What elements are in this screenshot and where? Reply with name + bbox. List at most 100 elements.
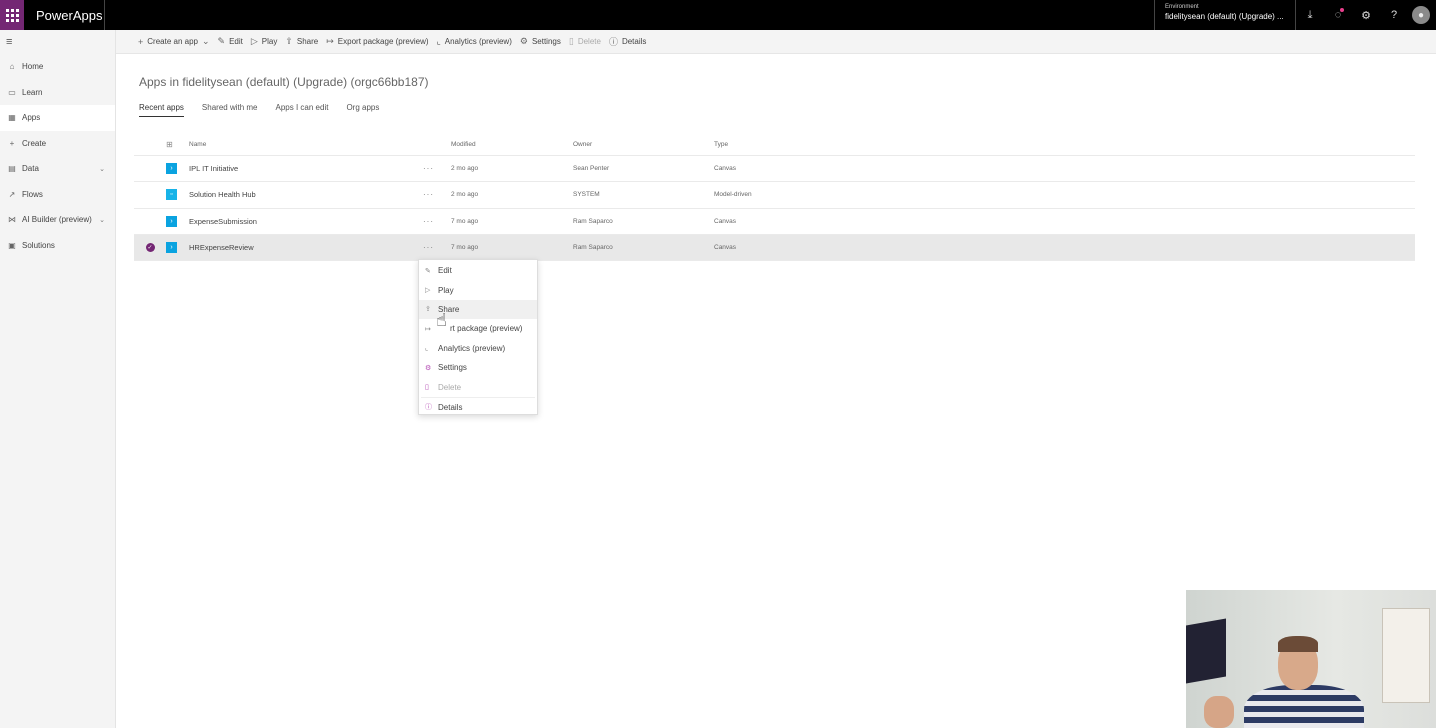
waffle-icon bbox=[5, 8, 19, 22]
plus-icon: + bbox=[9, 138, 15, 148]
share-icon: ⇪ bbox=[425, 306, 431, 314]
modified-cell: 7 mo ago bbox=[451, 217, 479, 225]
app-name[interactable]: IPL IT Initiative bbox=[189, 164, 423, 173]
trash-icon: ▯ bbox=[568, 36, 574, 46]
sidebar-item-label: Apps bbox=[22, 113, 41, 123]
app-launcher-button[interactable] bbox=[0, 0, 24, 30]
app-name[interactable]: Solution Health Hub bbox=[189, 190, 423, 199]
owner-cell: SYSTEM bbox=[573, 191, 600, 199]
chevron-down-icon[interactable]: ⌄ bbox=[99, 216, 105, 224]
tab-apps-i-can-edit[interactable]: Apps I can edit bbox=[276, 103, 329, 117]
chevron-down-icon: ⌄ bbox=[201, 36, 210, 46]
table-icon: ▤ bbox=[8, 164, 16, 174]
analytics-button[interactable]: ⌞ Analytics (preview) bbox=[437, 36, 512, 47]
more-options-button[interactable]: ··· bbox=[423, 164, 451, 173]
modified-cell: 7 mo ago bbox=[451, 244, 479, 252]
page-title: Apps in fidelitysean (default) (Upgrade)… bbox=[139, 75, 429, 89]
sidebar-item-flows[interactable]: ↗ Flows bbox=[0, 182, 115, 208]
owner-cell: Sean Penter bbox=[573, 165, 610, 173]
settings-button[interactable]: ⚙ Settings bbox=[520, 36, 561, 47]
download-icon[interactable]: ⤓ bbox=[1296, 0, 1324, 30]
tab-recent-apps[interactable]: Recent apps bbox=[139, 103, 184, 117]
app-name[interactable]: PowerApps bbox=[36, 8, 104, 23]
sidebar-item-data[interactable]: ▤ Data ⌄ bbox=[0, 156, 115, 182]
solutions-icon: ▣ bbox=[8, 240, 16, 250]
menu-item-edit[interactable]: ✎ Edit bbox=[419, 261, 537, 280]
tab-shared-with-me[interactable]: Shared with me bbox=[202, 103, 258, 117]
menu-item-analytics[interactable]: ⌞ Analytics (preview) bbox=[419, 339, 537, 358]
trash-icon: ▯ bbox=[425, 384, 429, 392]
sidebar-item-label: Learn bbox=[22, 87, 43, 97]
more-options-button[interactable]: ··· bbox=[423, 190, 451, 199]
notification-dot bbox=[1340, 8, 1344, 12]
chart-icon: ⌞ bbox=[425, 345, 429, 353]
column-modified[interactable]: Modified bbox=[451, 141, 573, 148]
table-row[interactable]: › IPL IT Initiative ··· 2 mo ago Sean Pe… bbox=[134, 156, 1415, 183]
sidebar-item-home[interactable]: ⌂ Home bbox=[0, 54, 115, 80]
create-app-button[interactable]: + Create an app ⌄ bbox=[138, 36, 210, 47]
top-bar: PowerApps Environment fidelitysean (defa… bbox=[0, 0, 1436, 30]
column-type[interactable]: Type bbox=[714, 141, 914, 148]
presenter-body bbox=[1244, 685, 1364, 728]
sidebar-item-solutions[interactable]: ▣ Solutions bbox=[0, 233, 115, 259]
type-cell: Canvas bbox=[714, 165, 737, 173]
column-options-icon[interactable]: ⊞ bbox=[166, 140, 173, 149]
sidebar-item-label: Home bbox=[22, 62, 44, 72]
chart-icon: ⌞ bbox=[436, 36, 441, 46]
edit-button[interactable]: ✎ Edit bbox=[218, 36, 243, 47]
column-name[interactable]: Name bbox=[189, 141, 423, 148]
sidebar-item-ai-builder[interactable]: ⋈ AI Builder (preview) ⌄ bbox=[0, 207, 115, 233]
canvas-app-icon: › bbox=[166, 242, 177, 254]
chevron-down-icon[interactable]: ⌄ bbox=[99, 165, 105, 173]
sidebar-item-label: Flows bbox=[22, 189, 43, 199]
app-name[interactable]: HRExpenseReview bbox=[189, 243, 423, 252]
environment-value: fidelitysean (default) (Upgrade) ... bbox=[1165, 12, 1284, 21]
app-name[interactable]: ExpenseSubmission bbox=[189, 217, 423, 226]
sidebar-item-create[interactable]: + Create bbox=[0, 131, 115, 157]
settings-icon[interactable]: ⚙ bbox=[1352, 0, 1380, 30]
sidebar: ≡ ⌂ Home ▭ Learn ▦ Apps + Create ▤ Data … bbox=[0, 30, 116, 728]
command-bar: + Create an app ⌄ ✎ Edit ▷ Play ⇪ Share … bbox=[116, 30, 1436, 54]
hamburger-icon[interactable]: ≡ bbox=[0, 30, 115, 54]
sidebar-item-label: Create bbox=[22, 138, 47, 148]
sidebar-item-apps[interactable]: ▦ Apps bbox=[0, 105, 115, 131]
help-icon[interactable]: ? bbox=[1380, 0, 1408, 30]
delete-button[interactable]: ▯ Delete bbox=[569, 36, 601, 47]
avatar-icon[interactable]: ● bbox=[1412, 6, 1430, 24]
export-package-button[interactable]: ↦ Export package (preview) bbox=[326, 36, 428, 47]
background-shelf bbox=[1382, 608, 1430, 703]
menu-item-play[interactable]: ▷ Play bbox=[419, 280, 537, 299]
notifications-icon[interactable]: ◌ bbox=[1324, 0, 1352, 30]
play-icon: ▷ bbox=[425, 287, 431, 295]
table-row-selected[interactable]: ✓ › HRExpenseReview ··· 7 mo ago Ram Sap… bbox=[134, 234, 1415, 262]
gear-icon: ⚙ bbox=[519, 36, 528, 46]
info-icon: ⓘ bbox=[425, 404, 432, 412]
menu-item-delete[interactable]: ▯ Delete bbox=[419, 377, 537, 396]
more-options-button[interactable]: ··· bbox=[423, 217, 451, 226]
modified-cell: 2 mo ago bbox=[451, 191, 479, 199]
details-button[interactable]: ⓘ Details bbox=[609, 35, 646, 48]
checkmark-icon[interactable]: ✓ bbox=[145, 243, 155, 253]
tab-org-apps[interactable]: Org apps bbox=[346, 103, 379, 117]
environment-picker[interactable]: Environment fidelitysean (default) (Upgr… bbox=[1154, 0, 1296, 30]
canvas-app-icon: › bbox=[166, 163, 177, 175]
play-button[interactable]: ▷ Play bbox=[251, 36, 277, 47]
export-icon: ↦ bbox=[425, 325, 431, 333]
type-cell: Model-driven bbox=[714, 191, 752, 199]
more-options-button[interactable]: ··· bbox=[423, 243, 451, 252]
table-row[interactable]: › ExpenseSubmission ··· 7 mo ago Ram Sap… bbox=[134, 209, 1415, 235]
share-button[interactable]: ⇪ Share bbox=[285, 36, 318, 47]
menu-item-settings[interactable]: ⚙ Settings bbox=[419, 358, 537, 377]
sidebar-item-learn[interactable]: ▭ Learn bbox=[0, 80, 115, 106]
hand-cursor-icon: ☝ bbox=[436, 310, 447, 330]
presenter-hair bbox=[1278, 636, 1318, 652]
play-icon: ▷ bbox=[250, 36, 258, 46]
presenter-hand bbox=[1204, 696, 1234, 728]
sidebar-item-label: AI Builder (preview) bbox=[22, 215, 92, 225]
info-icon: ⓘ bbox=[608, 37, 618, 47]
export-icon: ↦ bbox=[326, 36, 334, 46]
table-row[interactable]: ▫ Solution Health Hub ··· 2 mo ago SYSTE… bbox=[134, 182, 1415, 209]
column-owner[interactable]: Owner bbox=[573, 141, 714, 148]
apps-icon: ▦ bbox=[8, 113, 16, 123]
menu-item-details[interactable]: ⓘ Details bbox=[419, 398, 537, 417]
